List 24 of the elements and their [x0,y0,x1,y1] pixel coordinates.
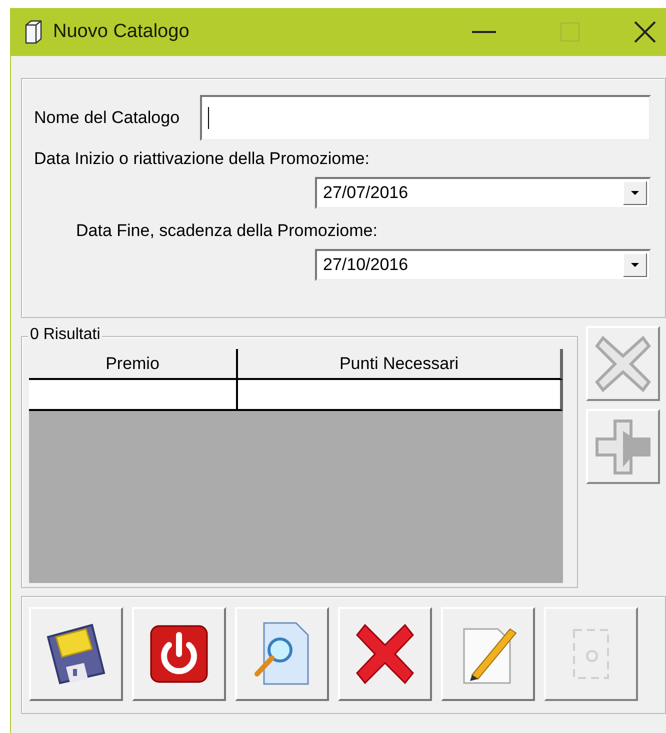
window-title: Nuovo Catalogo [53,21,190,43]
minimize-icon[interactable] [472,30,496,34]
dropdown-arrow-icon[interactable] [631,263,639,267]
edit-button[interactable] [441,607,535,701]
save-button[interactable] [29,607,123,701]
start-date-picker[interactable]: 27/07/2016 [315,177,651,209]
catalog-name-field[interactable] [200,95,651,141]
end-date-label: Data Fine, scadenza della Promoziome: [76,221,378,241]
power-button[interactable] [132,607,226,701]
name-label: Nome del Catalogo [34,108,180,128]
document-icon [23,20,43,44]
cancel-button[interactable] [338,607,432,701]
column-header[interactable]: Punti Necessari [238,349,560,378]
end-date-picker[interactable]: 27/10/2016 [315,249,651,281]
power-icon [150,625,208,683]
preview-button[interactable] [235,607,329,701]
close-icon[interactable] [634,21,656,43]
plus-outline-icon [593,416,653,476]
start-date-label: Data Inizio o riattivazione della Promoziome: [34,149,370,169]
column-header[interactable]: Premio [29,349,238,378]
dropdown-arrow-icon[interactable] [631,191,639,195]
document-magnifier-icon [254,622,310,686]
cross-icon [355,623,415,685]
cross-outline-icon [593,334,653,394]
